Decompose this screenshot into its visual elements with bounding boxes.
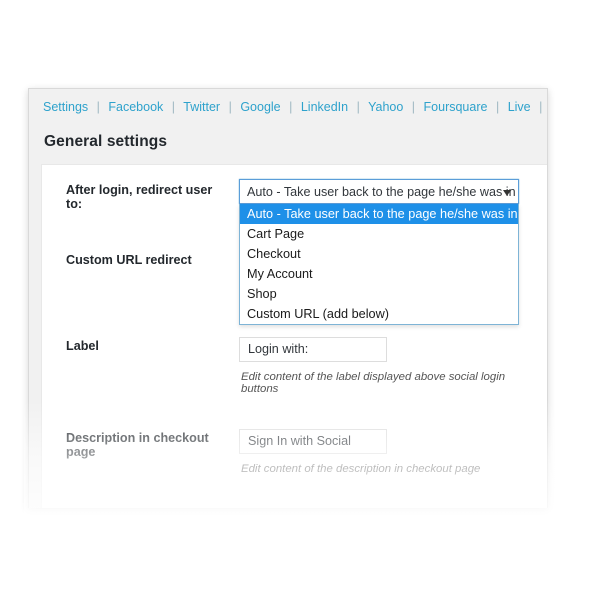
select-option-checkout[interactable]: Checkout <box>240 244 518 264</box>
select-option-auto[interactable]: Auto - Take user back to the page he/she… <box>240 204 518 224</box>
nav-separator: | <box>539 100 543 114</box>
nav-separator: | <box>356 100 360 114</box>
settings-card: Settings | Facebook | Twitter | Google |… <box>28 88 548 508</box>
nav-separator: | <box>495 100 500 114</box>
redirect-label: After login, redirect user to: <box>66 183 213 211</box>
nav-link-facebook[interactable]: Facebook <box>108 100 163 114</box>
nav-link-linkedin[interactable]: LinkedIn <box>301 100 348 114</box>
nav-link-google[interactable]: Google <box>240 100 280 114</box>
plugin-nav-bar: Settings | Facebook | Twitter | Google |… <box>29 89 547 124</box>
nav-separator: | <box>228 100 232 114</box>
select-option-cart-page[interactable]: Cart Page <box>240 224 518 244</box>
form-row-label: Label Edit content of the label displaye… <box>42 333 547 399</box>
nav-separator: | <box>171 100 176 114</box>
checkout-description-label: Description in checkout page <box>66 431 209 459</box>
login-label-label: Label <box>66 339 99 353</box>
checkout-description-input[interactable] <box>239 429 387 454</box>
chevron-down-icon[interactable] <box>503 189 511 196</box>
login-label-hint: Edit content of the label displayed abov… <box>241 371 506 395</box>
page-title: General settings <box>44 132 168 150</box>
nav-separator: | <box>96 100 100 114</box>
login-label-input[interactable] <box>239 337 387 362</box>
select-option-shop[interactable]: Shop <box>240 284 518 304</box>
redirect-select[interactable]: Auto - Take user back to the page he/she… <box>239 179 519 204</box>
nav-separator: | <box>289 100 293 114</box>
select-option-my-account[interactable]: My Account <box>240 264 518 284</box>
redirect-select-value: Auto - Take user back to the page he/she… <box>247 185 516 199</box>
redirect-select-dropdown[interactable]: Auto - Take user back to the page he/she… <box>239 204 519 325</box>
checkout-description-hint: Edit content of the description in check… <box>241 463 481 475</box>
nav-link-foursquare[interactable]: Foursquare <box>424 100 488 114</box>
settings-panel: After login, redirect user to: Auto - Ta… <box>41 164 547 508</box>
nav-separator: | <box>411 100 416 114</box>
nav-link-settings[interactable]: Settings <box>43 100 88 114</box>
nav-link-live[interactable]: Live <box>508 100 531 114</box>
general-settings-form: After login, redirect user to: Auto - Ta… <box>42 165 547 479</box>
nav-link-yahoo[interactable]: Yahoo <box>368 100 403 114</box>
form-row-checkout-description: Description in checkout page Edit conten… <box>42 425 547 479</box>
redirect-select-wrapper: Auto - Take user back to the page he/she… <box>239 179 519 325</box>
select-option-custom-url[interactable]: Custom URL (add below) <box>240 304 518 324</box>
nav-link-twitter[interactable]: Twitter <box>183 100 220 114</box>
form-row-redirect: After login, redirect user to: Auto - Ta… <box>42 165 547 325</box>
custom-url-label: Custom URL redirect <box>66 253 192 267</box>
row-spacer <box>42 399 547 425</box>
